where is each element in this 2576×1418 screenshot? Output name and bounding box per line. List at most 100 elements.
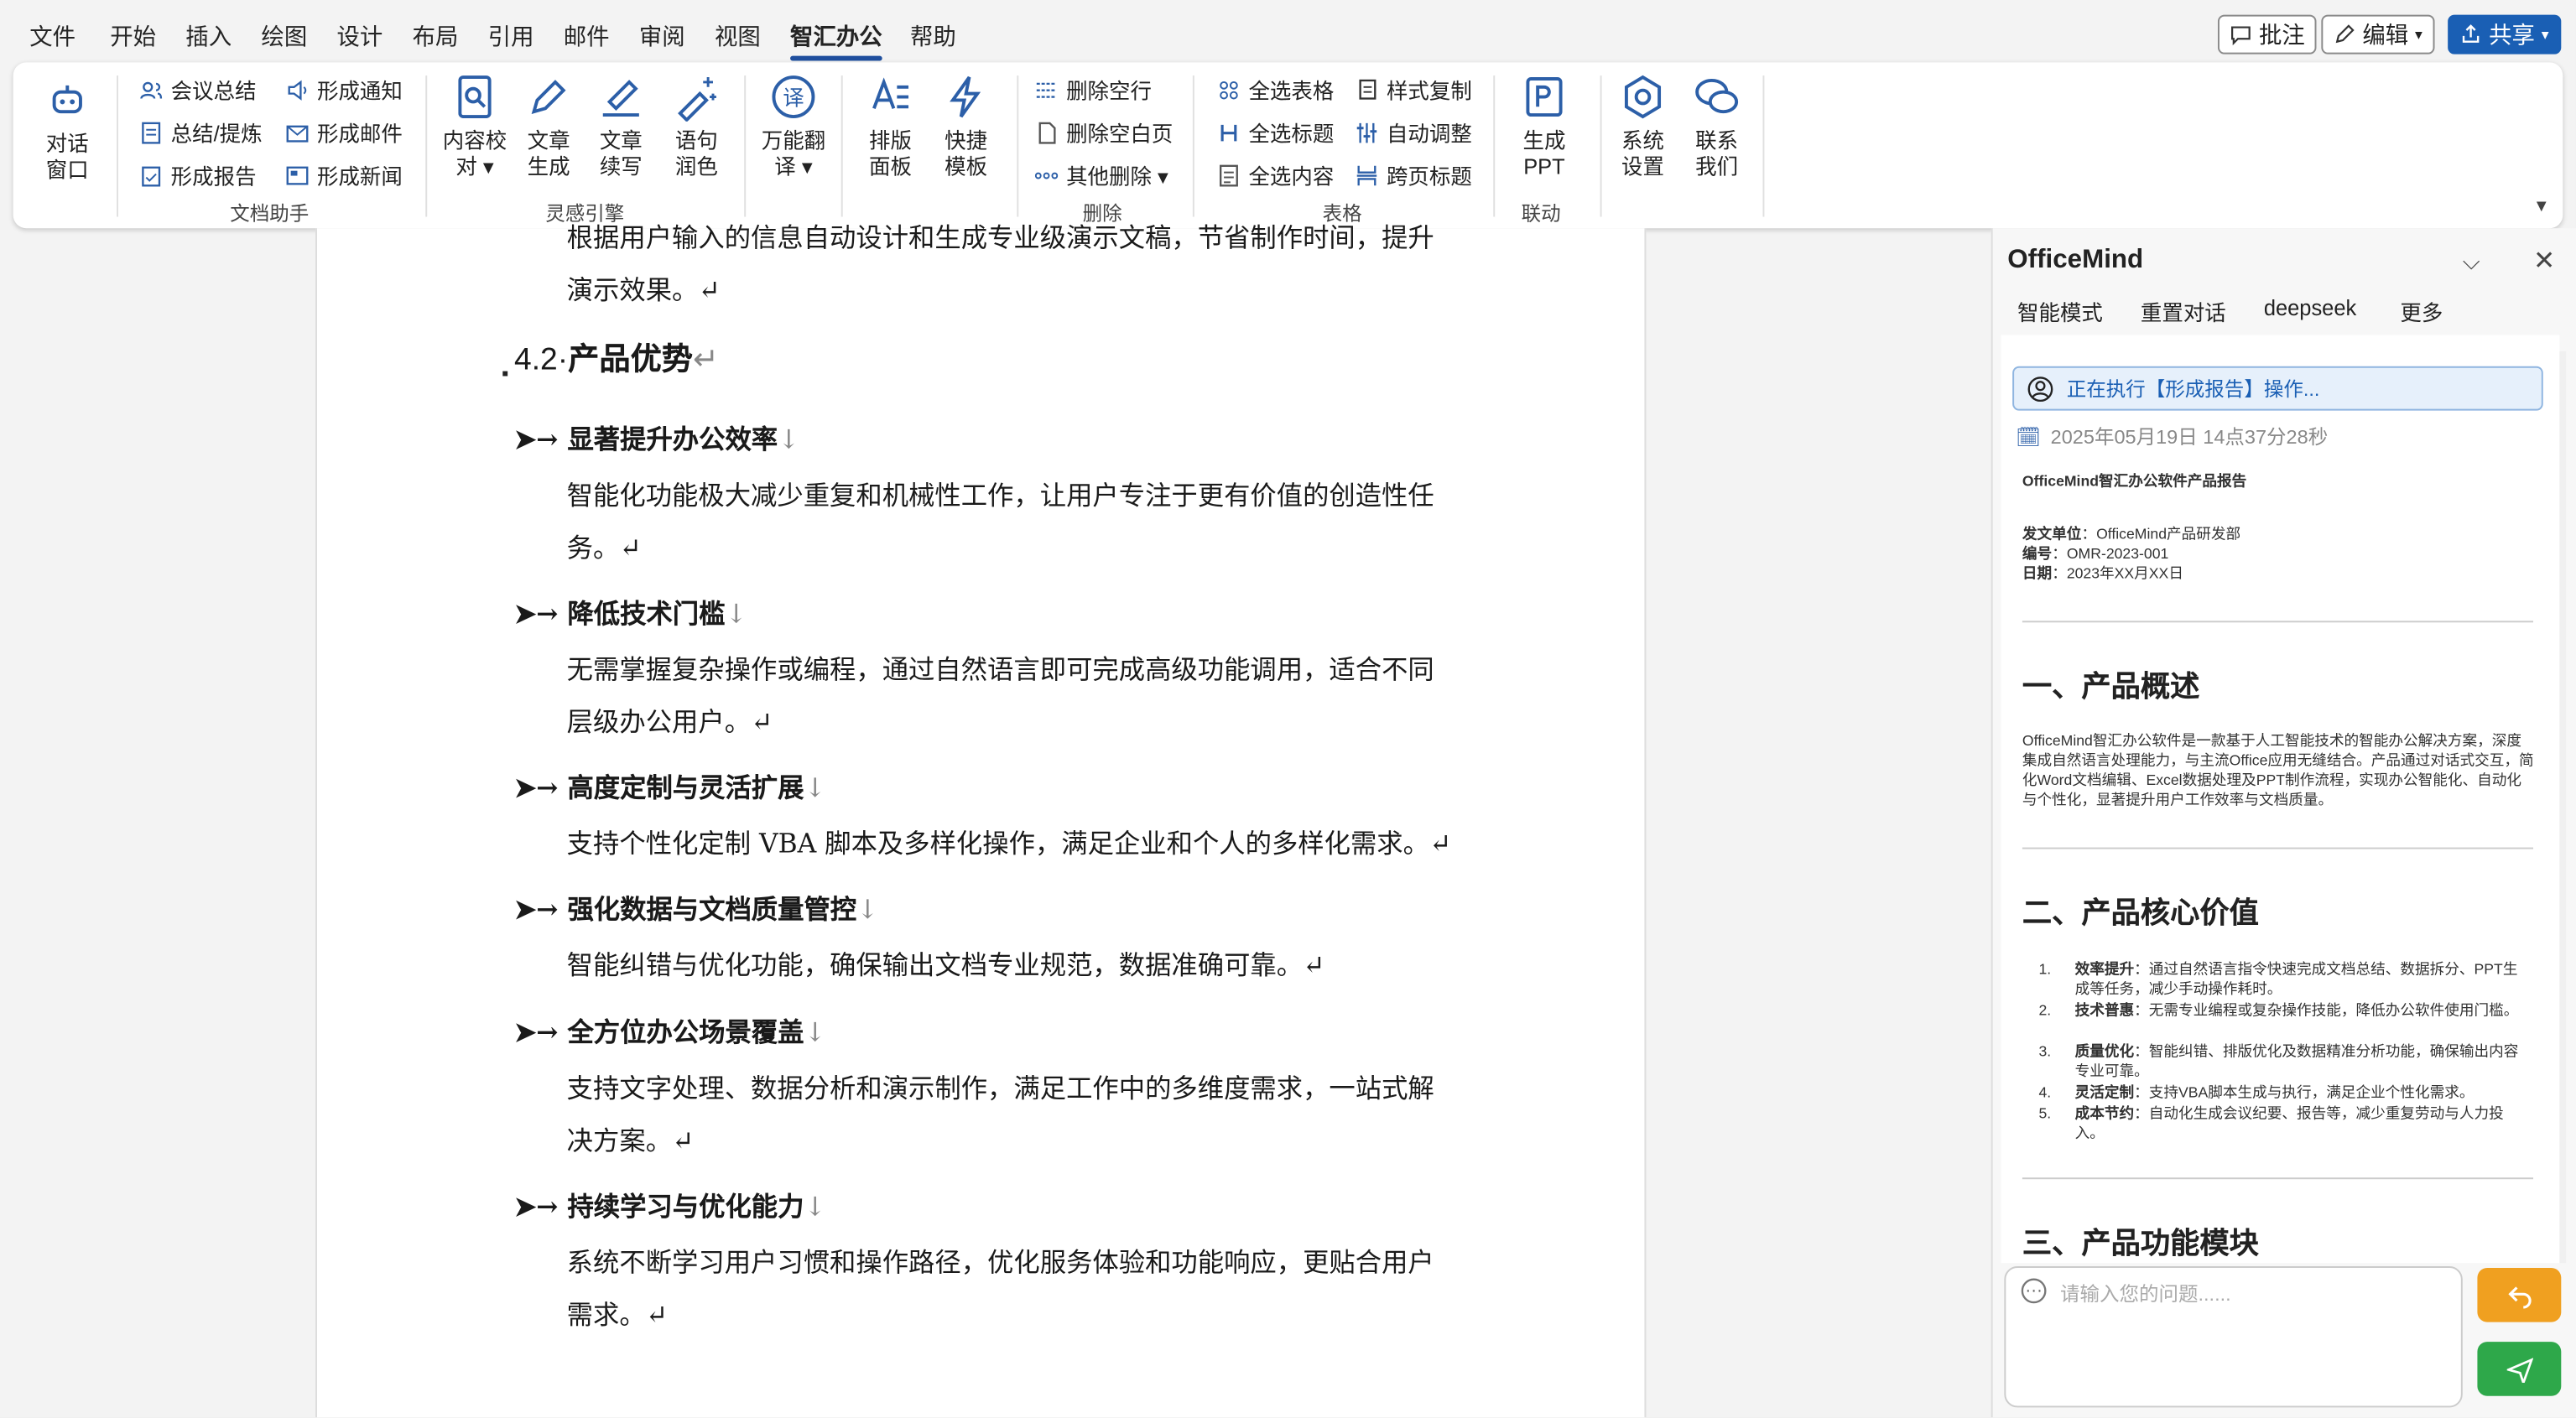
paragraph-mark [502,371,508,377]
sentence-polish-button[interactable]: 语句润色 [667,72,726,180]
delete-blank-page-label: 删除空白页 [1066,121,1174,147]
undo-button[interactable] [2477,1267,2562,1322]
layout-panel-button[interactable]: 排版面板 [861,72,920,180]
system-settings-label: 系统设置 [1621,127,1664,179]
article-generate-button[interactable]: 文章生成 [519,72,579,180]
form-news-button[interactable]: 形成新闻 [286,159,403,190]
dialog-window-label: 对话窗口 [45,131,89,183]
report-meta: 发文单位：OfficeMind产品研发部 [2022,525,2241,543]
advantage-heading: ➤→ 高度定制与灵活扩展↓ [514,771,826,803]
article-continue-label: 文章续写 [599,127,643,179]
advantage-text: 智能纠错与优化功能，确保输出文档专业规范，数据准确可靠。↵ [566,949,1325,981]
group-divider [1600,75,1602,217]
collapse-chevron-icon[interactable]: ⌵ [2463,248,2480,276]
tab-reset-dialog[interactable]: 重置对话 [2141,296,2226,327]
menu-view[interactable]: 视图 [715,20,761,53]
meeting-summary-label: 会议总结 [170,79,257,104]
delete-blank-page-button[interactable]: 删除空白页 [1035,117,1174,148]
close-icon[interactable]: ✕ [2533,245,2555,278]
status-text: 正在执行【形成报告】操作... [2066,377,2320,401]
report-meta: 日期：2023年XX月XX日 [2022,564,2183,582]
speaker-icon [288,79,307,100]
bullet-arrow-icon: ➤→ [514,597,559,630]
share-button[interactable]: 共享 ▾ [2448,14,2561,55]
ppt-icon [1526,77,1563,117]
panel-title: OfficeMind [2007,246,2144,275]
document-icon [142,121,161,143]
group-divider [1493,75,1496,217]
group-divider [840,75,843,217]
contact-us-button[interactable]: 联系我们 [1687,72,1746,180]
content-proofread-label: 内容校对 ▾ [442,127,507,179]
menu-help[interactable]: 帮助 [910,20,956,53]
report-heading-1: 一、产品概述 [2022,670,2200,704]
chat-scrollbar[interactable] [2559,351,2567,1264]
other-delete-button[interactable]: 其他删除 ▾ [1034,159,1168,190]
value-text: ：通过自然语言指令快速完成文档总结、数据拆分、PPT生成等任务，减少手动操作耗时… [2074,960,2518,997]
cross-page-title-button[interactable]: 跨页标题 [1356,159,1472,190]
auto-adjust-label: 自动调整 [1386,121,1472,147]
menu-mailings[interactable]: 邮件 [564,20,610,53]
advantage-title: 降低技术门槛 [567,597,726,630]
pen-line-icon [602,80,639,117]
form-report-button[interactable]: 形成报告 [139,159,257,190]
meeting-summary-button[interactable]: 会议总结 [139,74,257,105]
form-news-label: 形成新闻 [316,164,403,190]
comment-button[interactable]: 批注 [2217,14,2317,55]
tab-smart-mode[interactable]: 智能模式 [2017,296,2103,327]
clipboard-icon [142,165,161,186]
quick-template-button[interactable]: 快捷模板 [936,72,996,180]
chat-bubble-icon [2021,1278,2047,1304]
officemind-panel: OfficeMind ⌵ ✕ 智能模式 重置对话 deepseek 更多 正在执… [1991,228,2576,1418]
value-text: ：支持VBA脚本生成与执行，满足企业个性化需求。 [2134,1083,2475,1101]
menu-insert[interactable]: 插入 [185,20,232,53]
group-divider [1192,75,1194,217]
edit-button[interactable]: 编辑 ▾ [2321,14,2434,55]
form-notice-button[interactable]: 形成通知 [286,74,403,105]
menu-layout[interactable]: 布局 [413,20,459,53]
auto-adjust-button[interactable]: 自动调整 [1356,117,1472,148]
value-number: 1. [2038,960,2052,978]
report-overview: OfficeMind智汇办公软件是一款基于人工智能技术的智能办公解决方案，深度集… [2022,732,2534,808]
system-settings-button[interactable]: 系统设置 [1613,72,1673,180]
value-text: ：自动化生成会议纪要、报告等，减少重复劳动与人力投入。 [2074,1105,2504,1142]
style-copy-button[interactable]: 样式复制 [1356,74,1472,105]
divider [2022,621,2534,623]
share-label: 共享 [2489,21,2535,48]
section-number: 4.2 [514,343,558,378]
generate-ppt-button[interactable]: 生成PPT [1515,72,1574,180]
ribbon-collapse-icon[interactable]: ▾ [2537,194,2547,216]
report-heading-3: 三、产品功能模块 [2022,1226,2259,1260]
tab-deepseek[interactable]: deepseek [2264,296,2356,320]
advantage-heading: ➤→ 显著提升办公效率↓ [514,423,800,455]
tab-more[interactable]: 更多 [2400,296,2443,327]
delete-empty-lines-button[interactable]: 删除空行 [1035,74,1152,105]
value-number: 4. [2038,1083,2052,1101]
send-button[interactable] [2477,1342,2562,1396]
select-all-tables-button[interactable]: 全选表格 [1217,74,1334,105]
article-continue-button[interactable]: 文章续写 [591,72,651,180]
select-all-content-button[interactable]: 全选内容 [1217,159,1334,190]
content-proofread-button[interactable]: 内容校对 ▾ [440,72,509,180]
input-placeholder: 请输入您的问题...... [2059,1282,2231,1306]
form-email-button[interactable]: 形成邮件 [286,117,403,148]
intro-line: 演示效果。↵ [566,274,721,306]
menu-zhihui[interactable]: 智汇办公 [790,20,882,61]
question-input[interactable]: 请输入您的问题...... [2004,1266,2463,1408]
group-divider [1017,75,1019,217]
menu-design[interactable]: 设计 [336,20,382,53]
menu-draw[interactable]: 绘图 [261,20,307,53]
menu-references[interactable]: 引用 [488,20,534,53]
select-all-titles-button[interactable]: 全选标题 [1217,117,1334,148]
menu-file[interactable]: 文件 [29,20,75,53]
style-copy-label: 样式复制 [1386,79,1472,104]
dialog-window-button[interactable]: 对话窗口 [41,75,94,184]
menu-home[interactable]: 开始 [110,20,156,53]
mail-icon [286,124,309,142]
advantage-text: 务。↵ [566,532,642,564]
summary-extract-button[interactable]: 总结/提炼 [139,117,263,148]
page-break-icon [1356,164,1377,185]
menu-review[interactable]: 审阅 [639,20,685,53]
group-label-doc-assistant: 文档助手 [230,201,310,226]
universal-translate-button[interactable]: 译 万能翻译 ▾ [759,72,828,180]
